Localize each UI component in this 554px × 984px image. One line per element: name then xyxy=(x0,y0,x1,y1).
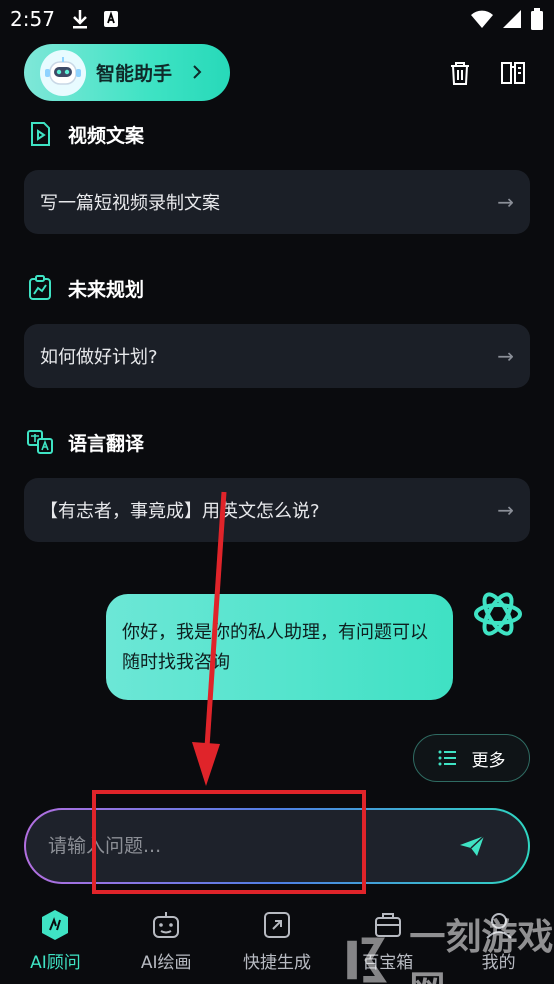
section-translation: 语言翻译 xyxy=(26,428,144,456)
chevron-right-icon xyxy=(192,61,202,85)
watermark-text: 一刻游戏网 xyxy=(409,917,554,984)
section-title: 视频文案 xyxy=(68,124,145,147)
translate-icon xyxy=(27,430,53,454)
send-icon xyxy=(460,835,485,856)
tab-label: AI顾问 xyxy=(30,953,81,973)
app-notification-icon xyxy=(103,11,118,27)
annotation-highlight-box xyxy=(92,790,366,894)
arrow-right-icon: → xyxy=(497,344,514,368)
status-time: 2:57 xyxy=(10,7,55,31)
assistant-label: 智能助手 xyxy=(96,63,173,85)
send-button[interactable] xyxy=(452,826,492,866)
tab-quick-generate[interactable]: 快捷生成 xyxy=(222,902,333,984)
clipboard-chart-icon xyxy=(29,275,51,300)
more-label: 更多 xyxy=(471,750,506,771)
section-title: 语言翻译 xyxy=(68,432,145,455)
trash-icon[interactable] xyxy=(445,58,475,88)
download-icon xyxy=(72,10,87,29)
site-watermark: 一刻游戏网 xyxy=(344,908,554,984)
list-icon xyxy=(438,750,456,766)
suggestion-card[interactable]: 如何做好计划? → xyxy=(24,324,530,388)
more-button[interactable]: 更多 xyxy=(413,734,530,782)
watermark-logo-icon xyxy=(347,937,387,983)
section-title: 未来规划 xyxy=(68,278,145,301)
status-bar: 2:57 xyxy=(0,0,554,38)
ai-advisor-icon xyxy=(38,908,72,942)
external-link-icon xyxy=(260,908,294,942)
robot-face-icon xyxy=(149,908,183,942)
suggestion-card[interactable]: 写一篇短视频录制文案 → xyxy=(24,170,530,234)
robot-avatar-icon xyxy=(40,49,86,96)
bot-message-bubble: 你好，我是你的私人助理，有问题可以随时找我咨询 xyxy=(106,594,453,700)
wifi-icon xyxy=(471,10,493,28)
video-file-icon xyxy=(31,122,50,146)
tab-ai-drawing[interactable]: AI绘画 xyxy=(111,902,222,984)
signal-icon xyxy=(503,10,521,28)
suggestion-text: 写一篇短视频录制文案 xyxy=(40,193,220,214)
suggestion-text: 如何做好计划? xyxy=(40,347,158,368)
assistant-selector-button[interactable]: 智能助手 xyxy=(24,44,230,101)
tab-ai-advisor[interactable]: AI顾问 xyxy=(0,902,111,984)
arrow-right-icon: → xyxy=(497,190,514,214)
tab-label: AI绘画 xyxy=(140,953,192,973)
arrow-right-icon: → xyxy=(497,498,514,522)
section-video-copy: 视频文案 xyxy=(26,120,144,148)
history-book-icon[interactable] xyxy=(498,58,528,88)
suggestion-card[interactable]: 【有志者，事竟成】用英文怎么说? → xyxy=(24,478,530,542)
ai-knot-logo-icon xyxy=(474,592,522,636)
section-future-planning: 未来规划 xyxy=(26,274,144,302)
tab-label: 快捷生成 xyxy=(242,953,311,973)
suggestion-text: 【有志者，事竟成】用英文怎么说? xyxy=(40,501,320,522)
battery-icon xyxy=(531,8,543,30)
